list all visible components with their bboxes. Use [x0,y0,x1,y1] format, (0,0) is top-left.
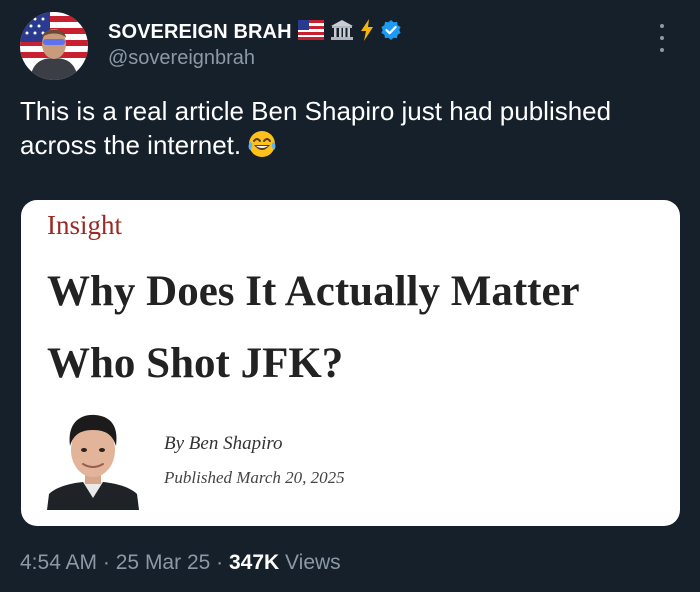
views-count[interactable]: 347K [229,551,279,574]
author-handle[interactable]: @sovereignbrah [108,47,255,70]
tweet-date[interactable]: 25 Mar 25 [116,551,211,574]
article-byline: By Ben Shapiro [164,433,283,454]
article-card[interactable]: Insight Why Does It Actually Matter Who … [21,200,680,526]
lightning-icon [360,18,374,46]
avatar-image [20,12,88,80]
more-options-button[interactable] [652,24,672,52]
article-published-date: Published March 20, 2025 [164,468,345,487]
article-section-label: Insight [47,210,123,240]
face-with-tears-of-joy-icon [247,129,277,167]
tweet-time[interactable]: 4:54 AM [20,551,97,574]
more-icon-dot [660,48,664,52]
meta-separator: · [102,551,110,574]
tweet-text: This is a real article Ben Shapiro just … [20,94,660,167]
verified-badge-icon[interactable] [380,19,402,46]
us-flag-icon [297,19,324,45]
more-icon-dot [660,36,664,40]
views-label: Views [285,551,341,574]
author-headshot [47,410,139,510]
article-headline: Why Does It Actually Matter Who Shot JFK… [47,268,579,387]
avatar[interactable] [20,12,88,80]
classical-building-icon [330,19,354,46]
more-icon-dot [660,24,664,28]
author-display-name[interactable]: SOVEREIGN BRAH [108,21,292,44]
author-name-row: SOVEREIGN BRAH [108,18,402,46]
tweet-meta: 4:54 AM · 25 Mar 25 · 347K Views [20,551,341,575]
tweet-body: This is a real article Ben Shapiro just … [20,96,612,160]
meta-separator: · [216,551,224,574]
